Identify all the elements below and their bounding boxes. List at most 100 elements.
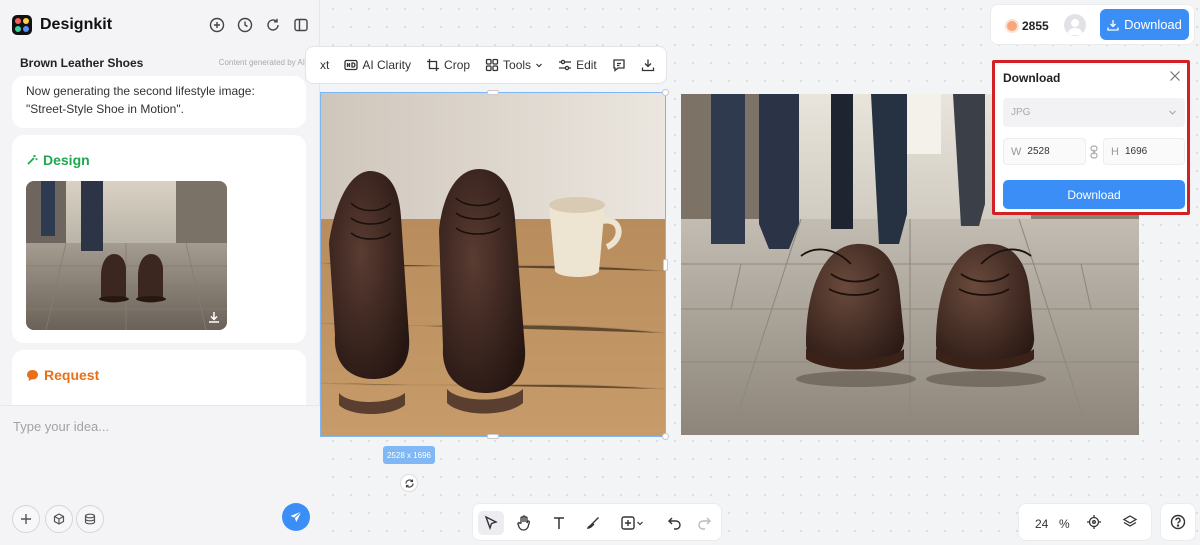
- resize-handle-right[interactable]: [663, 259, 668, 271]
- zoom-panel: 24 %: [1018, 503, 1152, 541]
- ai-clarity-label: AI Clarity: [362, 58, 412, 72]
- credits-coin-icon: [1005, 19, 1019, 33]
- crop-button[interactable]: Crop: [426, 58, 470, 72]
- designkit-logo: [12, 15, 32, 35]
- height-field[interactable]: H 1696: [1103, 138, 1185, 165]
- chat-message-text: Now generating the second lifestyle imag…: [26, 84, 255, 116]
- crosshair-icon: [1086, 514, 1102, 530]
- edit-button[interactable]: Edit: [558, 58, 597, 72]
- resize-handle-top-right[interactable]: [662, 89, 669, 96]
- selected-image-shoes-on-table[interactable]: [320, 89, 669, 440]
- layers-stack-button[interactable]: [76, 505, 104, 533]
- select-tool[interactable]: [478, 511, 504, 535]
- download-popup-title: Download: [1003, 71, 1061, 85]
- plus-square-icon: [620, 515, 636, 531]
- edit-label: Edit: [576, 58, 597, 72]
- request-label: Request: [44, 367, 100, 383]
- text-tool-partial[interactable]: xt: [320, 58, 329, 72]
- insert-dropdown[interactable]: [614, 511, 650, 535]
- canvas-tools: [472, 503, 722, 541]
- text-tool-label: xt: [320, 58, 330, 72]
- height-value[interactable]: 1696: [1125, 146, 1147, 157]
- format-value: JPG: [1011, 107, 1031, 118]
- undo-button[interactable]: [662, 511, 688, 535]
- grid-icon: [485, 58, 499, 72]
- width-label: W: [1011, 145, 1022, 158]
- width-field[interactable]: W 2528: [1003, 138, 1086, 165]
- history-icon[interactable]: [237, 17, 253, 33]
- width-value[interactable]: 2528: [1027, 146, 1049, 157]
- comment-icon[interactable]: [612, 58, 626, 72]
- chat-message: Now generating the second lifestyle imag…: [12, 76, 306, 128]
- resize-handle-top[interactable]: [487, 90, 499, 95]
- chevron-down-icon: [636, 519, 644, 527]
- text-tool[interactable]: [546, 511, 572, 535]
- sliders-icon: [558, 58, 572, 72]
- collapse-panel-icon[interactable]: [293, 17, 309, 33]
- app-name: Designkit: [40, 16, 113, 33]
- link-ratio-icon[interactable]: [1089, 145, 1099, 159]
- design-thumbnail[interactable]: [26, 181, 227, 330]
- account-bar: 2855 Download: [990, 4, 1195, 45]
- project-title: Brown Leather Shoes: [20, 56, 144, 70]
- thumbnail-download-icon[interactable]: [207, 310, 221, 324]
- pan-tool[interactable]: [511, 511, 537, 535]
- download-popup: Download JPG W 2528 H 1696 Download: [992, 60, 1190, 215]
- ai-generated-note: Content generated by AI: [218, 58, 305, 67]
- new-chat-icon[interactable]: [209, 17, 225, 33]
- rotate-icon[interactable]: [400, 474, 418, 492]
- brush-tool[interactable]: [580, 511, 606, 535]
- selection-size-tag: 2528 x 1696: [383, 446, 435, 464]
- hand-icon: [516, 515, 532, 531]
- tools-dropdown[interactable]: Tools: [485, 58, 543, 72]
- credits-count: 2855: [1022, 19, 1049, 33]
- design-card-title: Design: [26, 152, 90, 168]
- download-icon[interactable]: [641, 58, 655, 72]
- magic-wand-icon: [26, 154, 38, 166]
- send-button[interactable]: [282, 503, 310, 531]
- zoom-value[interactable]: 24: [1035, 517, 1048, 531]
- header-download-button[interactable]: Download: [1100, 9, 1189, 40]
- layers-button[interactable]: [1117, 510, 1143, 534]
- redo-button[interactable]: [691, 511, 717, 535]
- resize-handle-bottom[interactable]: [487, 434, 499, 439]
- cursor-icon: [483, 515, 499, 531]
- close-icon[interactable]: [1169, 70, 1181, 82]
- crop-label: Crop: [444, 58, 471, 72]
- download-confirm-button[interactable]: Download: [1003, 180, 1185, 209]
- design-label: Design: [43, 152, 90, 168]
- text-icon: [551, 515, 567, 531]
- undo-icon: [667, 515, 683, 531]
- avatar[interactable]: [1064, 14, 1086, 36]
- download-icon: [1107, 19, 1119, 31]
- panel-header-actions: [209, 17, 309, 33]
- header-download-label: Download: [1124, 17, 1182, 32]
- zoom-unit: %: [1059, 517, 1070, 531]
- chat-panel: Designkit Brown Leather Shoes Content ge…: [0, 0, 320, 545]
- speech-bubble-icon: [26, 369, 39, 382]
- help-button[interactable]: [1160, 503, 1196, 541]
- layers-icon: [1122, 514, 1138, 530]
- fit-screen-button[interactable]: [1081, 510, 1107, 534]
- help-icon: [1170, 514, 1186, 530]
- height-label: H: [1111, 145, 1119, 158]
- brand: Designkit: [12, 15, 112, 35]
- resize-handle-bottom-right[interactable]: [662, 433, 669, 440]
- hd-icon: [344, 58, 358, 72]
- request-card-title: Request: [26, 367, 99, 383]
- design-card: Design: [12, 135, 306, 343]
- refresh-icon[interactable]: [265, 17, 281, 33]
- crop-icon: [426, 58, 440, 72]
- tools-label: Tools: [503, 58, 532, 72]
- add-attachment-button[interactable]: [12, 505, 40, 533]
- redo-icon: [696, 515, 712, 531]
- prompt-input-area: Type your idea...: [0, 405, 320, 545]
- format-select[interactable]: JPG: [1003, 98, 1185, 127]
- brush-icon: [585, 515, 601, 531]
- ai-clarity-button[interactable]: AI Clarity: [344, 58, 411, 72]
- chevron-down-icon: [535, 61, 543, 69]
- chevron-down-icon: [1168, 108, 1177, 117]
- image-toolbar: xt AI Clarity Crop Tools Edit: [305, 46, 667, 84]
- model-cube-button[interactable]: [45, 505, 73, 533]
- prompt-input[interactable]: Type your idea...: [13, 419, 109, 434]
